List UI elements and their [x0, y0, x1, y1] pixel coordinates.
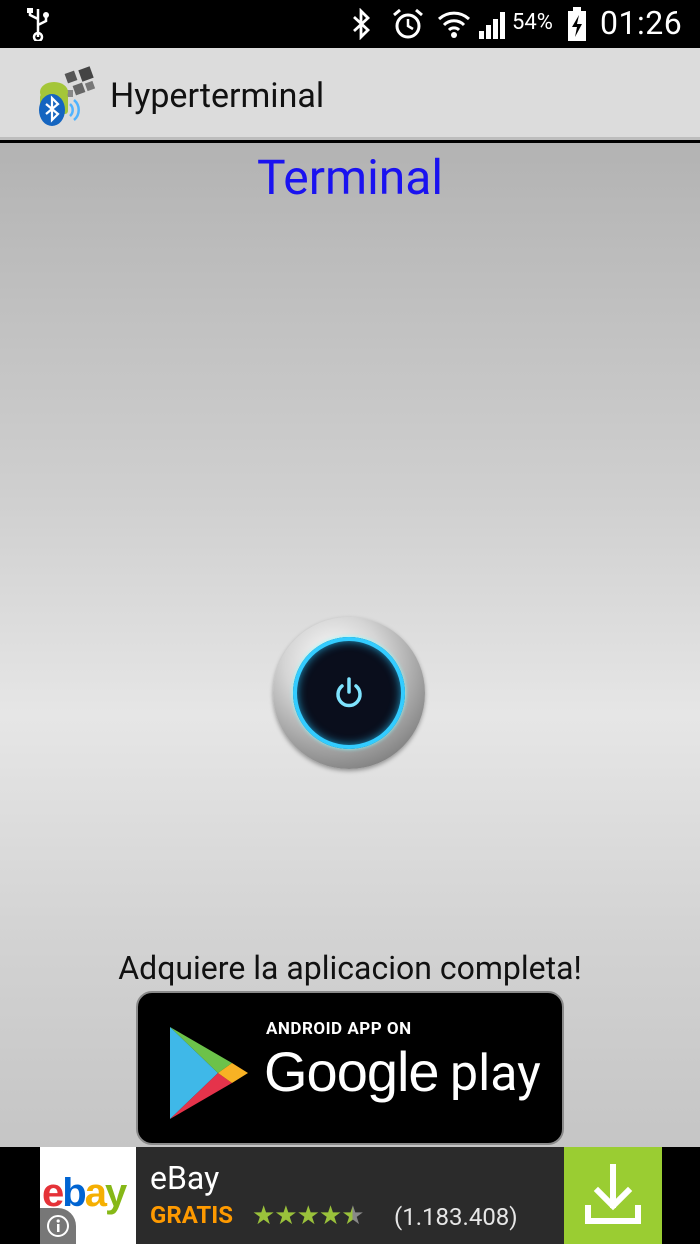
google-play-icon [170, 1027, 248, 1119]
gplay-play-text: play [450, 1045, 541, 1103]
gplay-google-text: Google [264, 1040, 440, 1103]
clock: 01:26 [600, 4, 683, 42]
ad-banner[interactable]: ebay eBay GRATIS ★★★★★ (1.183.408) [40, 1147, 662, 1244]
app-title: Hyperterminal [110, 76, 325, 116]
ad-price: GRATIS [150, 1201, 234, 1229]
download-button[interactable] [564, 1147, 662, 1244]
ad-review-count: (1.183.408) [394, 1203, 518, 1231]
promo-text: Adquiere la aplicacion completa! [118, 949, 582, 987]
info-icon[interactable] [40, 1208, 76, 1244]
wifi-icon [436, 6, 472, 42]
power-button-ring [293, 637, 405, 749]
status-bar: 54% 01:26 [0, 0, 700, 48]
ad-rating-stars: ★★★★★ [252, 1201, 365, 1231]
bluetooth-icon [346, 6, 376, 42]
gplay-top-line: ANDROID APP ON [266, 1019, 412, 1039]
action-bar: Hyperterminal [0, 48, 700, 140]
battery-charging-icon [564, 6, 590, 42]
google-play-badge[interactable]: ANDROID APP ON Google play [136, 991, 564, 1145]
power-icon [336, 677, 362, 708]
alarm-icon [390, 6, 426, 42]
battery-percent: 54% [512, 10, 553, 35]
power-button[interactable] [273, 617, 425, 769]
bluetooth-android-app-icon [34, 66, 104, 128]
page-title: Terminal [256, 149, 444, 206]
usb-icon [24, 6, 52, 42]
download-icon [585, 1163, 641, 1224]
ad-app-name: eBay [150, 1159, 220, 1197]
signal-icon [476, 6, 510, 42]
ebay-logo: ebay [40, 1147, 136, 1244]
main-content: Terminal Adquiere la aplicacion completa… [0, 143, 700, 1147]
